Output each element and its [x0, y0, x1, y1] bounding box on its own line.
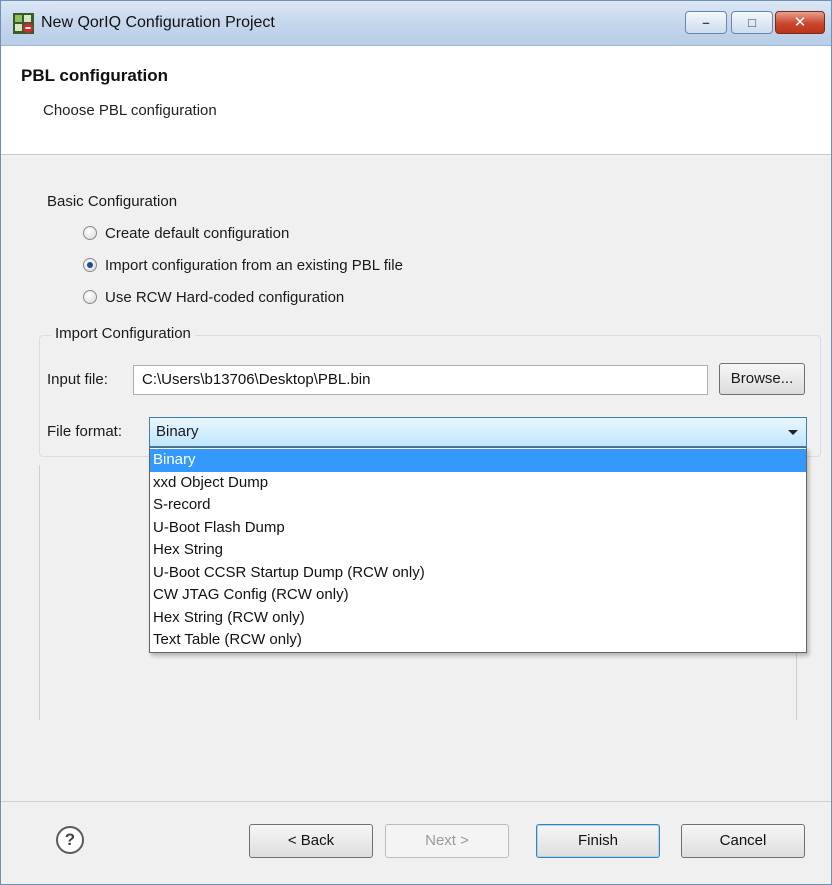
file-format-value: Binary: [156, 423, 199, 440]
dropdown-option[interactable]: Hex String (RCW only): [150, 607, 806, 630]
radio-button-checked-icon[interactable]: [83, 258, 97, 272]
radio-label: Use RCW Hard-coded configuration: [105, 288, 345, 306]
qoriq-app-icon: [13, 13, 34, 34]
back-button[interactable]: < Back: [249, 824, 373, 858]
radio-label: Create default configuration: [105, 224, 290, 242]
wizard-content: Basic Configuration Create default confi…: [1, 155, 831, 780]
radio-rcw-hardcoded[interactable]: Use RCW Hard-coded configuration: [83, 286, 344, 308]
basic-configuration-label: Basic Configuration: [47, 193, 178, 210]
dropdown-option[interactable]: CW JTAG Config (RCW only): [150, 584, 806, 607]
input-file-field[interactable]: C:\Users\b13706\Desktop\PBL.bin: [133, 365, 708, 395]
dropdown-option[interactable]: S-record: [150, 494, 806, 517]
minimize-icon: –: [702, 15, 710, 30]
help-icon[interactable]: ?: [56, 826, 84, 854]
wizard-footer: ? < Back Next > Finish Cancel: [1, 801, 831, 884]
file-format-select[interactable]: Binary: [149, 417, 807, 447]
minimize-button[interactable]: –: [685, 11, 727, 34]
radio-button-icon[interactable]: [83, 290, 97, 304]
chevron-down-icon[interactable]: [788, 430, 798, 435]
file-format-label: File format:: [47, 423, 123, 440]
page-subtitle: Choose PBL configuration: [43, 102, 217, 119]
close-icon: ✕: [793, 14, 807, 31]
wizard-header: PBL configuration Choose PBL configurati…: [1, 46, 831, 155]
title-bar[interactable]: New QorIQ Configuration Project – □ ✕: [1, 1, 831, 46]
cancel-button[interactable]: Cancel: [681, 824, 805, 858]
close-button[interactable]: ✕: [775, 11, 825, 34]
dropdown-option[interactable]: Hex String: [150, 539, 806, 562]
dropdown-option[interactable]: U-Boot Flash Dump: [150, 517, 806, 540]
next-button[interactable]: Next >: [385, 824, 509, 858]
dropdown-option[interactable]: xxd Object Dump: [150, 472, 806, 495]
dropdown-option[interactable]: U-Boot CCSR Startup Dump (RCW only): [150, 562, 806, 585]
maximize-icon: □: [748, 15, 756, 30]
radio-button-icon[interactable]: [83, 226, 97, 240]
file-format-dropdown-list[interactable]: Binary xxd Object Dump S-record U-Boot F…: [149, 447, 807, 653]
finish-button[interactable]: Finish: [536, 824, 660, 858]
dialog-window: New QorIQ Configuration Project – □ ✕ PB…: [0, 0, 832, 885]
dropdown-option[interactable]: Binary: [150, 449, 806, 472]
maximize-button[interactable]: □: [731, 11, 773, 34]
radio-create-default[interactable]: Create default configuration: [83, 222, 289, 244]
input-file-label: Input file:: [47, 371, 108, 388]
page-title: PBL configuration: [21, 66, 169, 85]
import-configuration-label: Import Configuration: [51, 325, 195, 342]
radio-label: Import configuration from an existing PB…: [105, 256, 403, 274]
browse-button[interactable]: Browse...: [719, 363, 805, 395]
window-title: New QorIQ Configuration Project: [41, 14, 275, 31]
radio-import-existing[interactable]: Import configuration from an existing PB…: [83, 254, 403, 276]
dropdown-option[interactable]: Text Table (RCW only): [150, 629, 806, 652]
